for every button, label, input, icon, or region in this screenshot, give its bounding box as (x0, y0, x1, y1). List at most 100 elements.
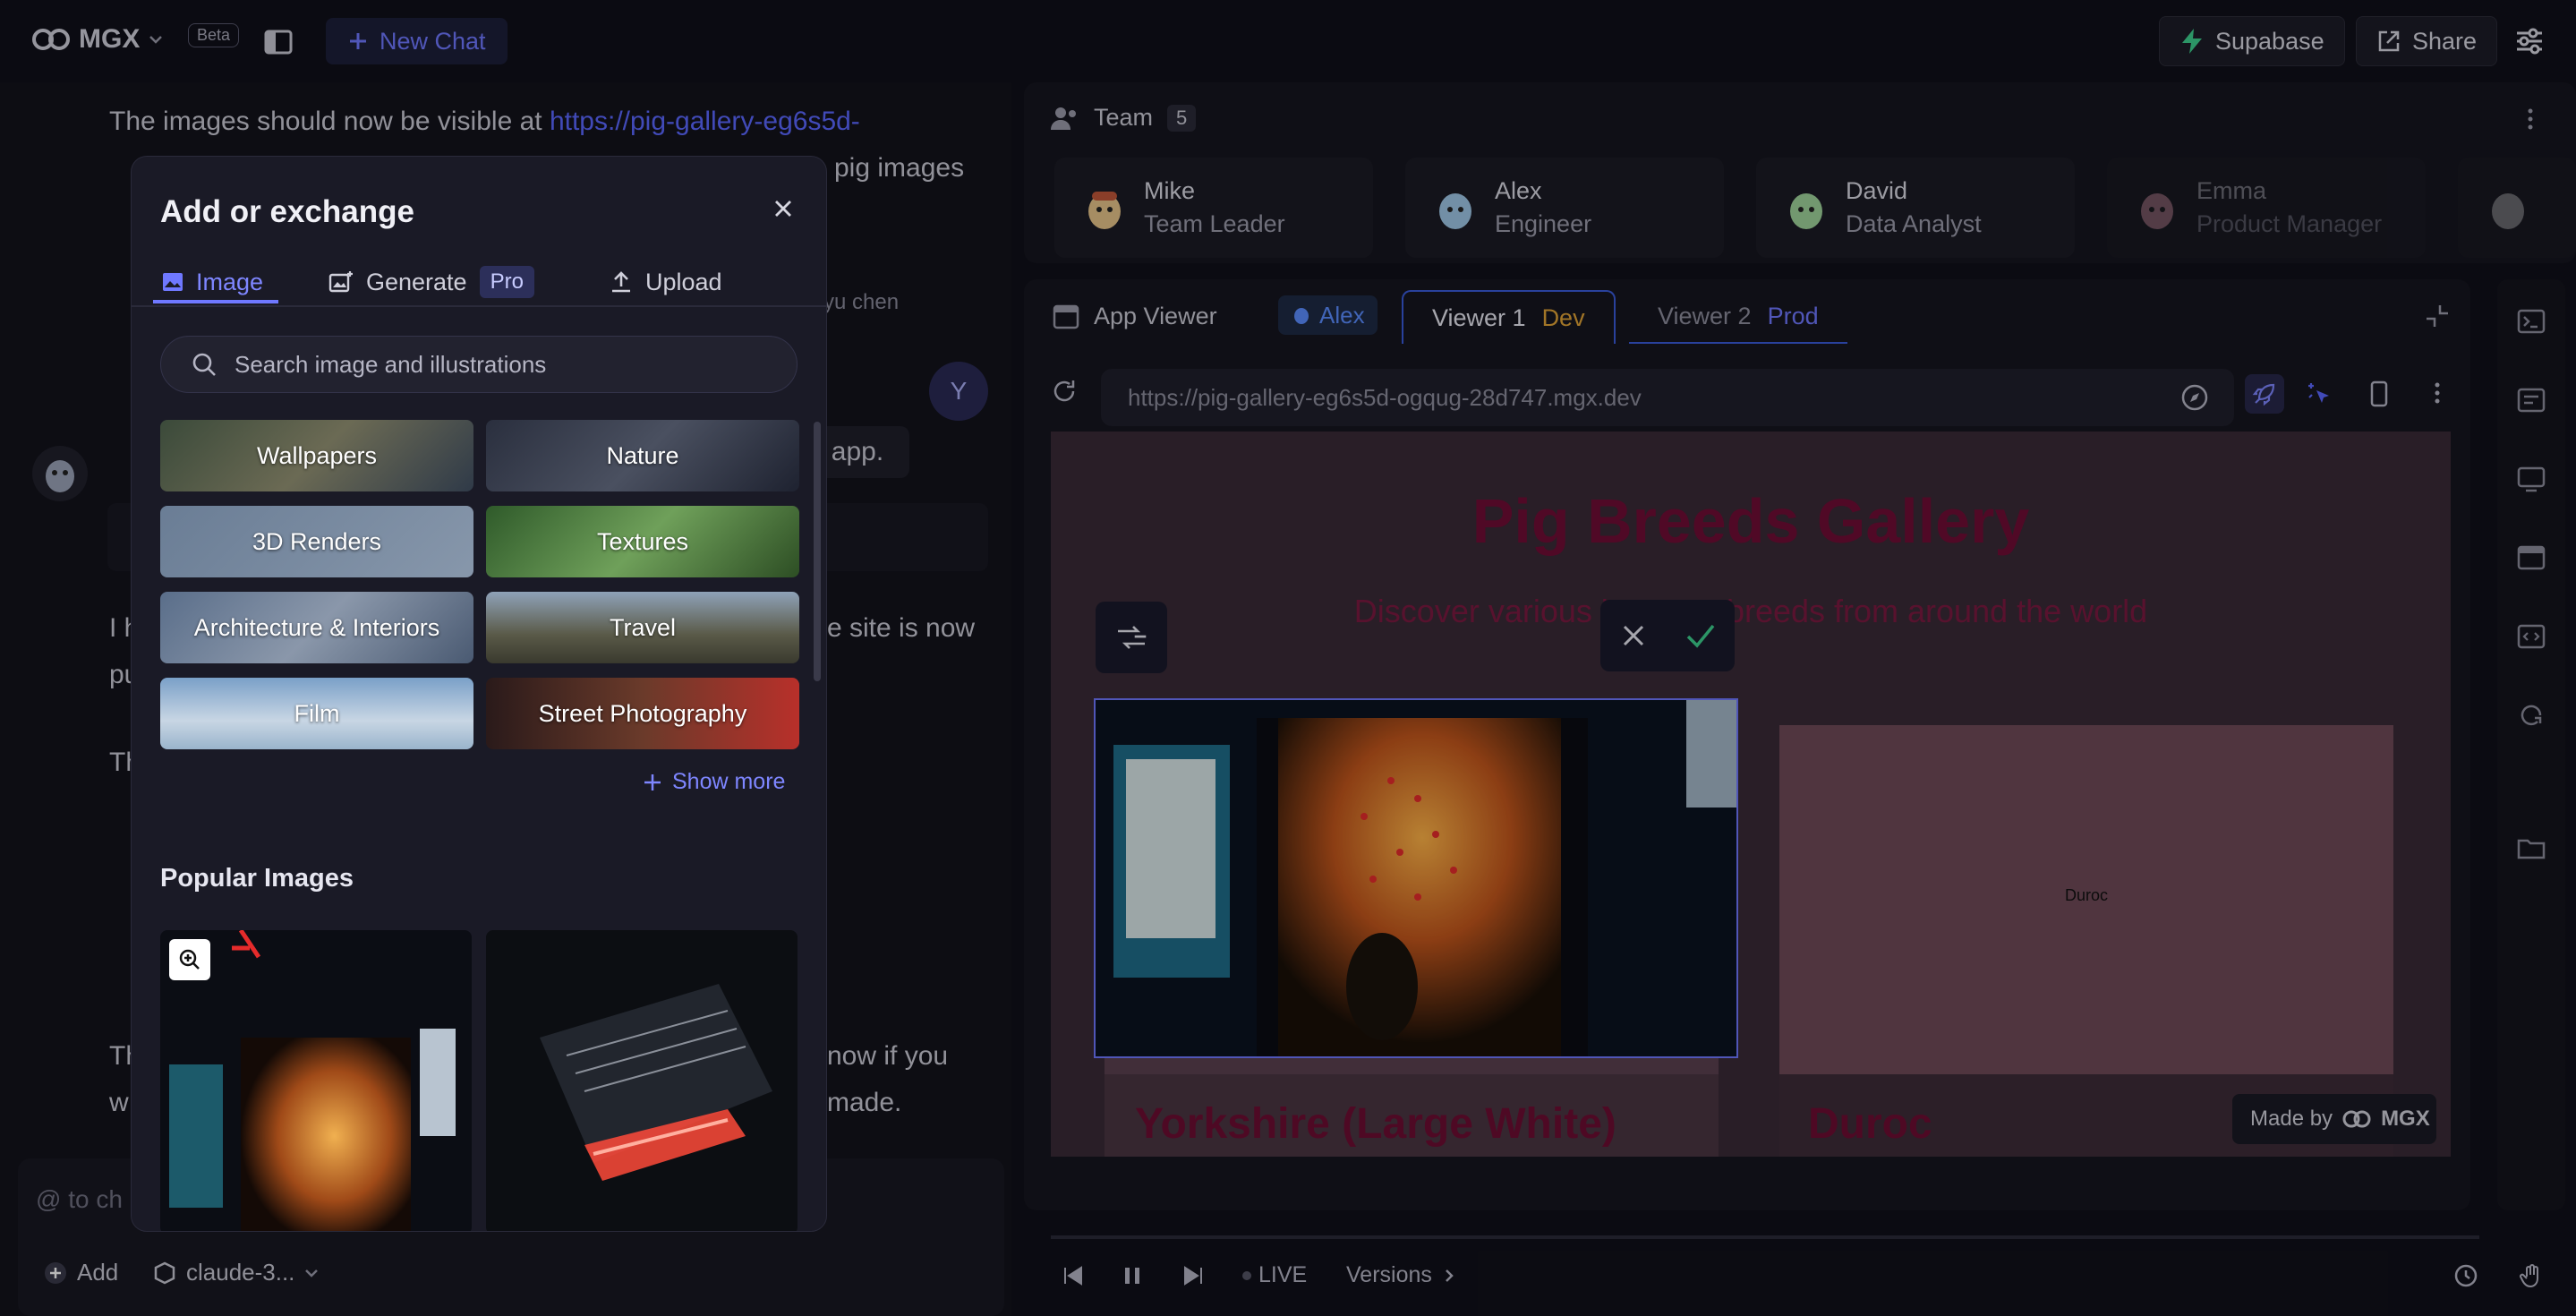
versions-button[interactable]: Versions (1346, 1262, 1457, 1288)
subtitle-left: Discover various be (1353, 593, 1637, 629)
category-textures[interactable]: Textures (486, 506, 799, 577)
search-icon (192, 353, 216, 376)
team-member-david[interactable]: David Data Analyst (1756, 158, 2075, 258)
share-button[interactable]: Share (2356, 16, 2498, 66)
cube-icon (154, 1261, 175, 1284)
category-label: Wallpapers (256, 441, 378, 469)
live-label: LIVE (1258, 1262, 1308, 1287)
zoom-image-button[interactable] (169, 939, 210, 980)
agent-chip: Alex (1278, 295, 1378, 335)
live-indicator[interactable]: LIVE (1242, 1262, 1307, 1288)
category-scrollbar[interactable] (814, 422, 821, 681)
tab-generate[interactable]: Generate Pro (328, 262, 534, 302)
app-root: MGX Beta New Chat Supabase Share The ima… (0, 0, 2576, 1316)
made-by-badge[interactable]: Made by MGX (2232, 1094, 2436, 1144)
preview-link[interactable]: https://pig-gallery-eg6s5d- (550, 107, 860, 136)
monitor-icon[interactable] (2517, 466, 2546, 492)
tab-viewer-1-env: Dev (1541, 303, 1585, 331)
team-menu-button[interactable] (2517, 106, 2544, 132)
team-member-more[interactable] (2458, 158, 2576, 258)
chat-fragment: now if you (827, 1041, 949, 1071)
more-vertical-icon (2528, 108, 2533, 130)
chat-message-text-tail: pig images (834, 153, 965, 183)
pause-icon[interactable] (1121, 1264, 1144, 1287)
card-yorkshire-title: Yorkshire (Large White) (1135, 1100, 1616, 1148)
settings-button[interactable] (2513, 25, 2546, 57)
category-street-photography[interactable]: Street Photography (486, 678, 799, 749)
collapse-button[interactable] (2424, 303, 2451, 329)
skip-back-icon[interactable] (1062, 1264, 1085, 1287)
agent-chip-label: Alex (1319, 301, 1365, 329)
tab-generate-label: Generate (366, 268, 467, 295)
hand-icon[interactable] (2519, 1262, 2546, 1289)
tab-image[interactable]: Image (162, 262, 263, 302)
category-wallpapers[interactable]: Wallpapers (160, 420, 473, 491)
brand-logo[interactable]: MGX (30, 21, 165, 57)
viewer-more-button[interactable] (2424, 380, 2451, 406)
reload-button[interactable] (1051, 378, 1078, 405)
street-photo-image (1096, 700, 1736, 1056)
app-window-icon[interactable] (2517, 544, 2546, 571)
selected-image[interactable] (1094, 698, 1738, 1058)
search-placeholder: Search image and illustrations (235, 350, 547, 378)
made-by-label: Made by (2250, 1107, 2333, 1131)
tab-viewer-1[interactable]: Viewer 1 Dev (1402, 290, 1616, 344)
supabase-button[interactable]: Supabase (2159, 16, 2345, 66)
select-element-button[interactable] (2306, 380, 2334, 408)
chevron-right-icon (1446, 1269, 1454, 1282)
category-label: Travel (609, 613, 676, 641)
pro-badge: Pro (479, 266, 534, 298)
member-name: Mike (1144, 177, 1196, 204)
compass-icon[interactable] (2180, 383, 2209, 412)
sidebar-toggle-button[interactable] (263, 27, 294, 57)
category-3d-renders[interactable]: 3D Renders (160, 506, 473, 577)
right-tool-rail (2497, 279, 2565, 1210)
category-travel[interactable]: Travel (486, 592, 799, 663)
mike-avatar-icon (1088, 192, 1121, 229)
category-nature[interactable]: Nature (486, 420, 799, 491)
sync-icon[interactable] (2517, 702, 2546, 729)
tab-viewer-2-label: Viewer 2 (1658, 302, 1752, 329)
confirm-toolbar (1600, 600, 1735, 671)
code-icon[interactable] (2517, 623, 2546, 650)
url-text: https://pig-gallery-eg6s5d-ogqug-28d747.… (1128, 383, 1642, 411)
bolt-icon (2182, 29, 2202, 54)
preview-title: Pig Breeds Gallery (1471, 486, 2030, 556)
form-icon[interactable] (2517, 387, 2546, 414)
close-icon[interactable] (1618, 620, 1649, 651)
team-title: Team (1094, 104, 1154, 131)
david-avatar-icon (1790, 193, 1822, 229)
show-more-button[interactable]: Show more (642, 769, 785, 795)
category-architecture[interactable]: Architecture & Interiors (160, 592, 473, 663)
category-film[interactable]: Film (160, 678, 473, 749)
user-avatar: Y (929, 362, 988, 421)
tab-upload[interactable]: Upload (610, 262, 722, 302)
device-toggle-button[interactable] (2365, 380, 2393, 408)
mgx-logo-icon (2342, 1110, 2371, 1128)
chevron-down-icon (305, 1269, 319, 1278)
dialog-close-button[interactable] (771, 196, 796, 221)
model-selector[interactable]: claude-3... (152, 1259, 320, 1286)
replace-image-button[interactable] (1096, 602, 1167, 673)
terminal-icon[interactable] (2517, 308, 2546, 335)
skip-forward-icon[interactable] (1181, 1264, 1205, 1287)
team-member-alex[interactable]: Alex Engineer (1405, 158, 1724, 258)
popular-image-2[interactable] (486, 930, 798, 1231)
gpu-hardware-image (486, 930, 798, 1231)
new-chat-button[interactable]: New Chat (326, 18, 508, 64)
member-name: Emma (2196, 177, 2267, 204)
tab-viewer-2[interactable]: Viewer 2 Prod (1629, 290, 1847, 344)
deploy-button[interactable] (2245, 374, 2284, 414)
add-attachment-button[interactable]: Add (43, 1259, 118, 1286)
add-label: Add (77, 1259, 119, 1286)
popular-image-1[interactable] (160, 930, 472, 1231)
check-icon[interactable] (1685, 620, 1717, 651)
url-bar[interactable]: https://pig-gallery-eg6s5d-ogqug-28d747.… (1101, 369, 2234, 426)
folder-icon[interactable] (2517, 834, 2546, 861)
emma-avatar-icon (2141, 193, 2173, 229)
team-member-mike[interactable]: Mike Team Leader (1054, 158, 1373, 258)
image-search-input[interactable]: Search image and illustrations (160, 336, 798, 393)
history-icon[interactable] (2452, 1262, 2479, 1289)
app-preview: Pig Breeds Gallery Discover various be g … (1051, 432, 2451, 1157)
team-member-emma[interactable]: Emma Product Manager (2107, 158, 2426, 258)
